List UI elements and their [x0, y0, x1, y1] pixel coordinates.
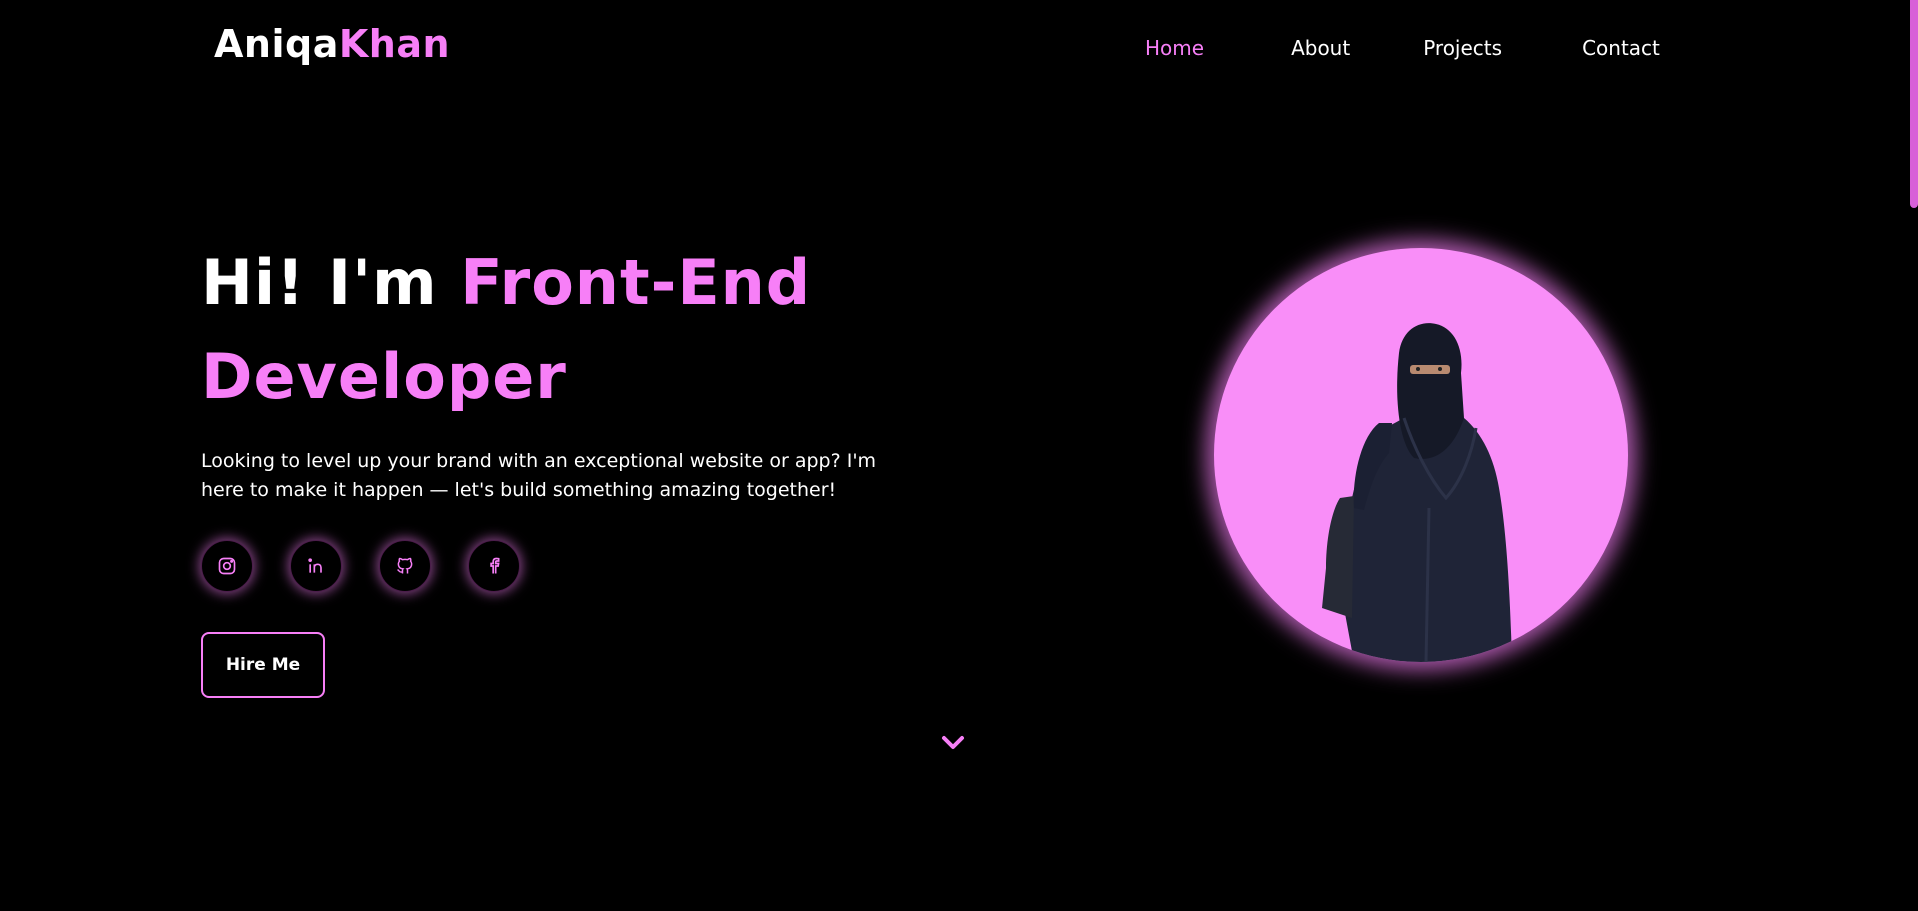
facebook-icon — [490, 557, 500, 574]
linkedin-button[interactable] — [290, 540, 342, 592]
site-logo[interactable]: AniqaKhan — [214, 22, 450, 66]
nav-item-about[interactable]: About — [1291, 36, 1350, 60]
hero-headline: Hi! I'm Front-End Developer — [201, 236, 961, 424]
logo-last-name: Khan — [338, 22, 451, 66]
instagram-icon — [218, 557, 236, 575]
hero-role-line2: Developer — [201, 340, 567, 413]
nav-item-projects[interactable]: Projects — [1423, 36, 1502, 60]
logo-first-name: Aniqa — [214, 22, 339, 66]
hire-me-button[interactable]: Hire Me — [201, 632, 325, 698]
scrollbar-thumb[interactable] — [1910, 0, 1918, 208]
page: AniqaKhan Home About Projects Contact Hi… — [0, 0, 1918, 911]
linkedin-icon — [308, 558, 322, 573]
person-illustration — [1322, 323, 1512, 662]
page-scrollbar[interactable] — [1906, 0, 1918, 911]
hero-greeting: Hi! I'm — [201, 246, 438, 319]
social-links — [201, 540, 520, 592]
facebook-button[interactable] — [468, 540, 520, 592]
instagram-button[interactable] — [201, 540, 253, 592]
github-button[interactable] — [379, 540, 431, 592]
hero-tagline: Looking to level up your brand with an e… — [201, 450, 877, 501]
chevron-down-icon — [942, 736, 964, 749]
main-nav: Home About Projects Contact — [1145, 36, 1722, 60]
hero-role-line1: Front-End — [460, 246, 812, 319]
scroll-down-button[interactable] — [938, 733, 968, 753]
profile-portrait — [1214, 248, 1628, 662]
nav-item-contact[interactable]: Contact — [1582, 36, 1660, 60]
github-icon — [397, 557, 413, 574]
nav-item-home[interactable]: Home — [1145, 36, 1204, 60]
